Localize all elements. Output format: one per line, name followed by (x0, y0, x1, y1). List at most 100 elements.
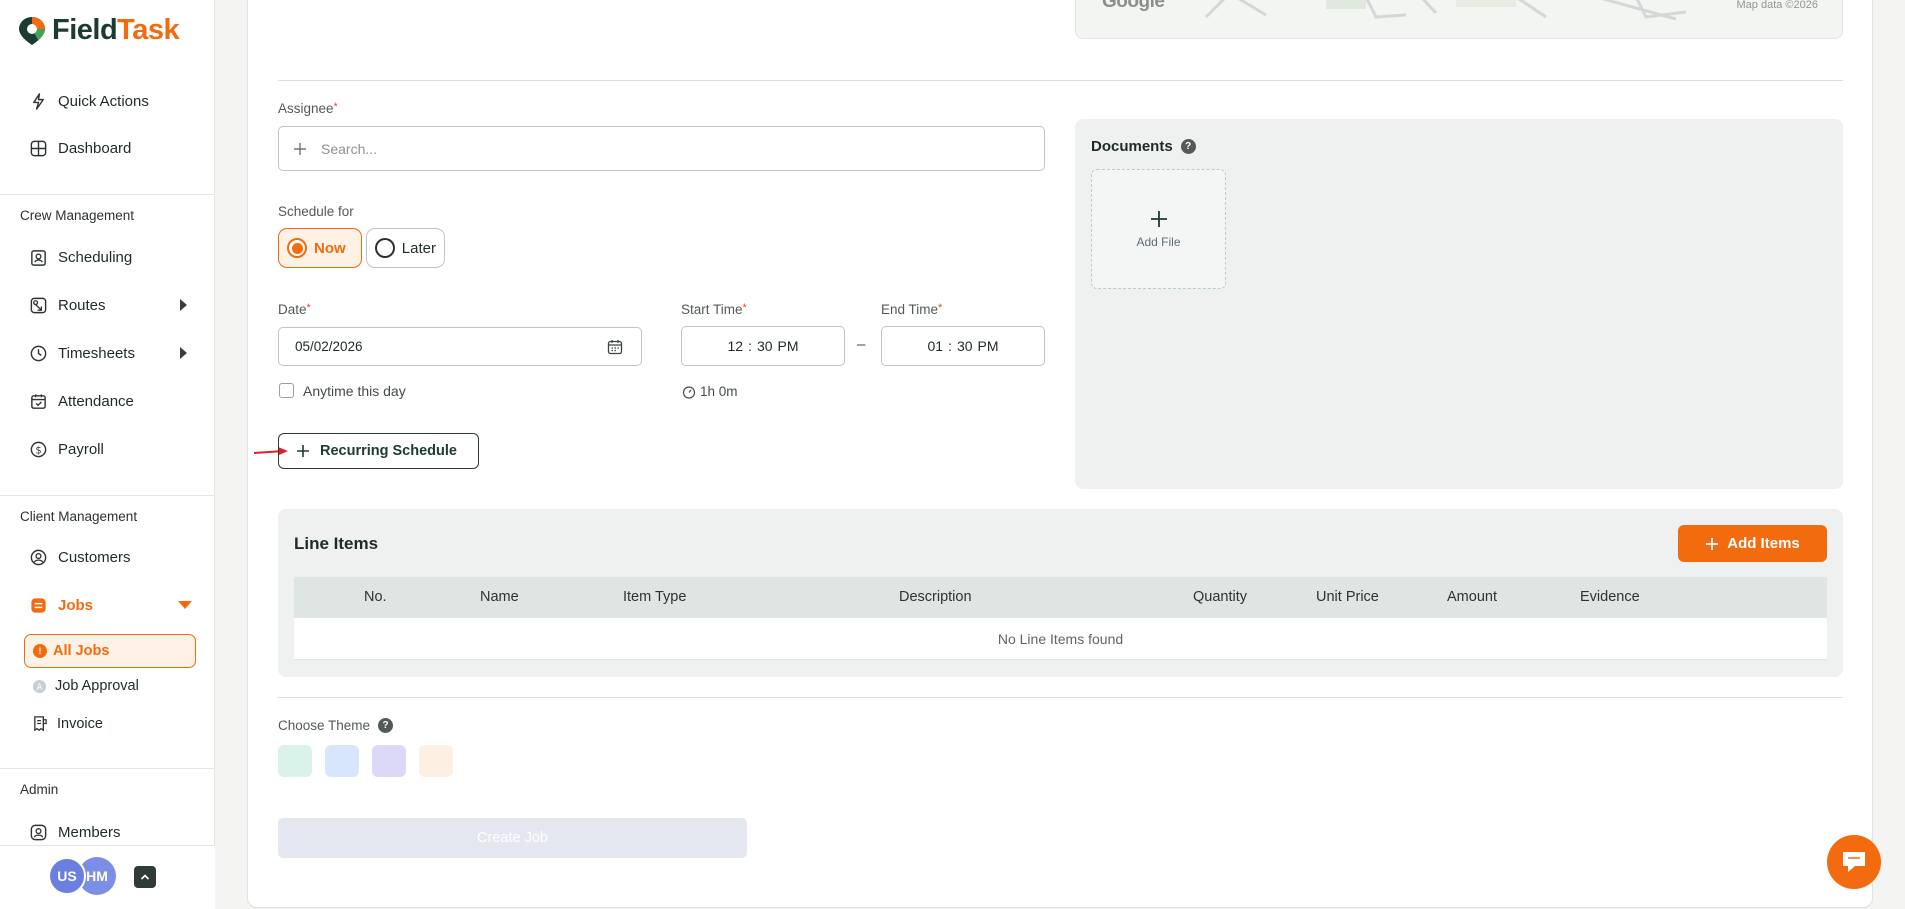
members-icon (30, 824, 47, 840)
svg-text:A: A (37, 681, 43, 691)
timesheets-expand-icon[interactable] (180, 347, 187, 359)
sidebar-item-scheduling[interactable]: Scheduling (29, 245, 132, 269)
jobs-icon (31, 597, 46, 613)
payroll-icon: $ (30, 441, 47, 457)
sidebar-divider (0, 194, 215, 195)
assignee-search-input[interactable]: Search... (278, 126, 1045, 171)
sidebar-item-label: Timesheets (58, 344, 135, 362)
sidebar-item-invoice[interactable]: Invoice (32, 715, 103, 732)
calendar-icon[interactable] (607, 339, 623, 355)
column-header-description: Description (899, 589, 972, 605)
line-items-table: No. Name Item Type Description Quantity … (294, 577, 1827, 660)
chat-icon (1843, 852, 1865, 872)
chat-support-button[interactable] (1827, 835, 1881, 889)
routes-icon (30, 297, 47, 313)
column-header-unit-price: Unit Price (1316, 589, 1379, 605)
sidebar-item-label: Routes (58, 296, 106, 314)
sidebar-item-members[interactable]: Members (29, 820, 121, 844)
sidebar-divider (0, 768, 215, 769)
sidebar-item-label: All Jobs (53, 643, 110, 659)
sidebar-item-label: Customers (58, 548, 131, 566)
routes-expand-icon[interactable] (180, 299, 187, 311)
sidebar-item-attendance[interactable]: Attendance (29, 389, 134, 413)
schedule-label: Schedule for (278, 204, 354, 219)
all-jobs-icon: ! (33, 644, 47, 658)
sidebar-item-customers[interactable]: Customers (29, 545, 131, 569)
column-header-item-type: Item Type (623, 589, 687, 605)
brand-logo[interactable]: FieldTask (18, 14, 180, 47)
jobs-collapse-icon[interactable] (178, 601, 192, 609)
avatar-us[interactable]: US (48, 857, 86, 895)
sidebar-divider (0, 495, 215, 496)
sidebar-item-dashboard[interactable]: Dashboard (29, 136, 131, 160)
sidebar-item-label: Job Approval (55, 678, 139, 694)
theme-swatch-green[interactable] (278, 745, 312, 777)
expand-footer-button[interactable] (134, 866, 156, 888)
recurring-schedule-button[interactable]: Recurring Schedule (278, 433, 479, 469)
documents-panel: Documents ? Add File (1075, 119, 1843, 489)
schedule-now-radio[interactable]: Now (278, 228, 362, 268)
schedule-now-label: Now (314, 239, 346, 257)
scheduling-icon (31, 249, 46, 266)
theme-label: Choose Theme ? (278, 718, 394, 733)
section-title-client: Client Management (20, 509, 138, 524)
date-value: 05/02/2026 (295, 339, 363, 354)
user-circle-icon (30, 549, 47, 565)
duration: 1h 0m (682, 384, 738, 399)
documents-header: Documents ? (1091, 138, 1196, 155)
anytime-checkbox[interactable] (279, 383, 294, 398)
map-roads (1204, 0, 1687, 21)
sidebar-item-label: Attendance (58, 392, 134, 410)
start-time-input[interactable]: 12: 30 PM (681, 326, 845, 366)
anytime-label: Anytime this day (303, 383, 406, 399)
sidebar-item-label: Payroll (58, 440, 104, 458)
sidebar-item-label: Invoice (57, 715, 103, 732)
assignee-placeholder: Search... (321, 140, 378, 157)
column-header-no: No. (364, 589, 387, 605)
chevron-up-icon (140, 874, 150, 880)
assignee-label: Assignee* (278, 101, 338, 116)
map-credit: Map data ©2026 (1736, 0, 1819, 11)
start-time-label: Start Time* (681, 302, 747, 317)
line-items-title: Line Items (294, 534, 379, 553)
theme-swatch-peach[interactable] (419, 745, 453, 777)
add-items-button[interactable]: Add Items (1678, 525, 1827, 562)
schedule-later-radio[interactable]: Later (366, 228, 445, 268)
theme-swatch-purple[interactable] (372, 745, 406, 777)
sidebar-item-routes[interactable]: Routes (29, 293, 106, 317)
end-ampm[interactable]: PM (978, 338, 999, 354)
sidebar-item-label: Scheduling (58, 248, 133, 266)
end-time-label: End Time* (881, 302, 943, 317)
end-hour[interactable]: 01 (927, 338, 943, 354)
end-time-input[interactable]: 01: 30 PM (881, 326, 1045, 366)
add-file-label: Add File (1136, 235, 1181, 249)
sidebar-item-quick-actions[interactable]: Quick Actions (29, 89, 149, 113)
start-minute[interactable]: 30 (757, 338, 773, 354)
column-header-name: Name (480, 589, 519, 605)
sidebar-item-job-approval[interactable]: A Job Approval (32, 678, 139, 694)
sidebar-item-payroll[interactable]: $ Payroll (29, 437, 104, 461)
add-file-button[interactable]: Add File (1091, 169, 1226, 289)
column-header-amount: Amount (1447, 589, 1497, 605)
radio-unselected-icon (375, 238, 395, 258)
help-icon[interactable]: ? (378, 718, 394, 733)
sidebar-item-timesheets[interactable]: Timesheets (29, 341, 135, 365)
documents-title: Documents (1091, 138, 1173, 155)
end-minute[interactable]: 30 (957, 338, 973, 354)
lightning-icon (33, 92, 44, 110)
sidebar-item-label: Dashboard (58, 139, 132, 157)
sidebar-item-label: Members (58, 823, 121, 841)
location-map[interactable]: Google Map data ©2026 (1075, 0, 1843, 39)
sidebar-item-all-jobs[interactable]: ! All Jobs (24, 634, 196, 668)
create-job-button[interactable]: Create Job (278, 818, 747, 858)
start-ampm[interactable]: PM (778, 338, 799, 354)
sidebar-item-label: Quick Actions (58, 92, 149, 110)
sidebar-item-jobs[interactable]: Jobs (29, 593, 93, 617)
column-header-evidence: Evidence (1580, 589, 1640, 605)
theme-swatch-blue[interactable] (325, 745, 359, 777)
date-label: Date* (278, 302, 311, 317)
date-input[interactable]: 05/02/2026 (278, 327, 642, 366)
start-hour[interactable]: 12 (727, 338, 743, 354)
help-icon[interactable]: ? (1180, 139, 1196, 154)
calendar-check-icon (31, 393, 46, 409)
